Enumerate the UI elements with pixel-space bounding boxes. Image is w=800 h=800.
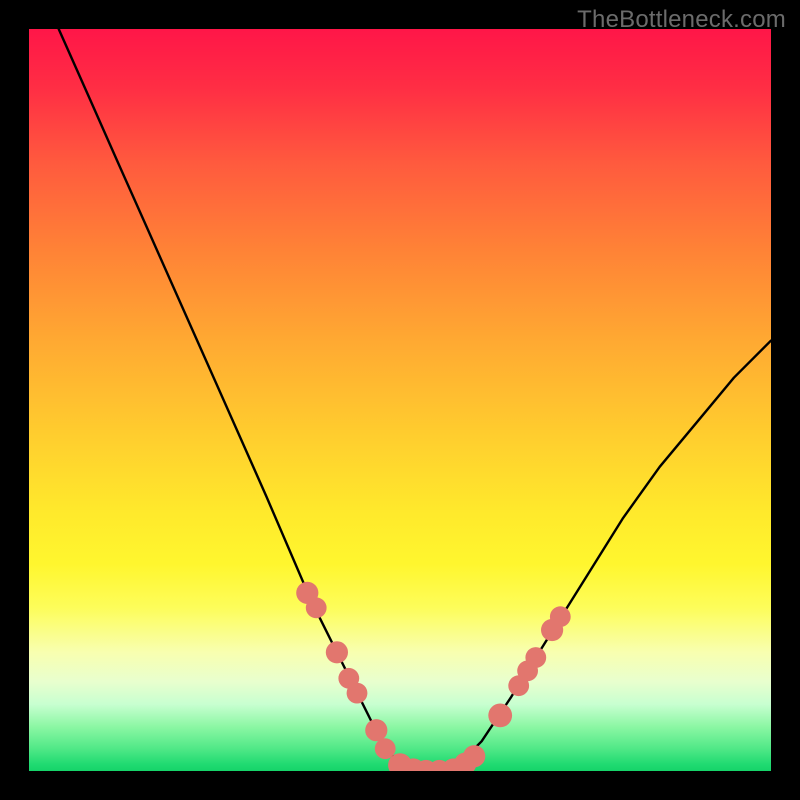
plot-area — [29, 29, 771, 771]
data-marker — [550, 606, 571, 627]
data-marker — [365, 719, 387, 741]
chart-frame: TheBottleneck.com — [0, 0, 800, 800]
data-marker — [306, 597, 327, 618]
data-marker — [463, 745, 485, 767]
bottleneck-chart — [29, 29, 771, 771]
bottleneck-curve — [59, 29, 771, 771]
data-marker — [347, 683, 368, 704]
data-marker — [326, 641, 348, 663]
data-marker — [488, 704, 512, 728]
data-marker — [525, 647, 546, 668]
watermark-text: TheBottleneck.com — [577, 6, 786, 34]
